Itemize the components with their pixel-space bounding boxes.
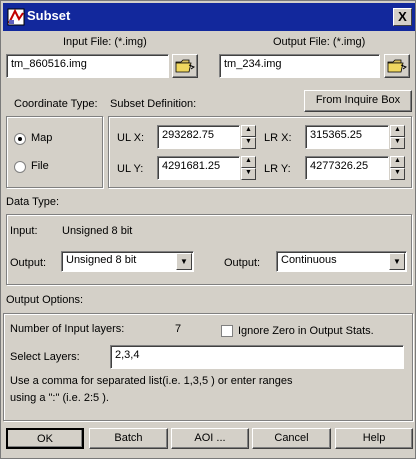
title-bar: Subset X: [3, 3, 415, 31]
output-layer-type-value: Continuous: [281, 254, 337, 266]
open-folder-icon: [387, 59, 408, 73]
ulx-input[interactable]: 293282.75: [157, 125, 240, 149]
num-input-layers-value: 7: [175, 323, 182, 335]
select-layers-label: Select Layers:: [10, 351, 80, 363]
coordinate-file-radio[interactable]: [14, 161, 26, 173]
coordinate-file-label: File: [31, 160, 49, 172]
output-options-group: Number of Input layers: 7 Ignore Zero in…: [3, 313, 413, 421]
output-layer-type-dropdown[interactable]: Continuous ▼: [276, 251, 407, 272]
uly-input[interactable]: 4291681.25: [157, 156, 240, 180]
layers-hint-line2: using a ":" (i.e. 2:5 ).: [10, 392, 109, 404]
coordinate-map-radio[interactable]: [14, 133, 26, 145]
output-type-value: Unsigned 8 bit: [66, 254, 137, 266]
close-button[interactable]: X: [393, 8, 412, 26]
data-input-label: Input:: [10, 225, 38, 237]
spin-down-icon[interactable]: ▼: [241, 168, 256, 180]
subset-dialog: Subset X Input File: (*.img) Output File…: [0, 0, 416, 459]
lrx-spinner[interactable]: ▲ ▼: [390, 125, 405, 149]
spin-up-icon[interactable]: ▲: [390, 156, 405, 168]
lry-spinner[interactable]: ▲ ▼: [390, 156, 405, 180]
chevron-down-icon[interactable]: ▼: [176, 253, 192, 270]
select-layers-input[interactable]: 2,3,4: [110, 345, 404, 369]
ignore-zero-checkbox[interactable]: [221, 325, 233, 337]
data-type-label: Data Type:: [6, 196, 59, 208]
spin-down-icon[interactable]: ▼: [390, 137, 405, 149]
cancel-button[interactable]: Cancel: [252, 428, 331, 449]
uly-label: UL Y:: [117, 163, 144, 175]
output-file-field[interactable]: tm_234.img: [219, 54, 380, 78]
coordinate-map-label: Map: [31, 132, 53, 144]
subset-definition-group: UL X: 293282.75 ▲ ▼ LR X: 315365.25 ▲ ▼ UL…: [108, 116, 412, 188]
spin-up-icon[interactable]: ▲: [390, 125, 405, 137]
output-options-label: Output Options:: [6, 294, 84, 306]
subset-definition-label: Subset Definition:: [110, 98, 197, 110]
aoi-button[interactable]: AOI ...: [171, 428, 249, 449]
data-output-label: Output:: [10, 257, 47, 269]
close-icon: X: [398, 9, 407, 24]
window-title: Subset: [27, 8, 71, 23]
num-input-layers-label: Number of Input layers:: [10, 323, 125, 335]
input-file-browse-button[interactable]: [172, 54, 198, 78]
coordinate-type-label: Coordinate Type:: [14, 98, 98, 110]
uly-spinner[interactable]: ▲ ▼: [241, 156, 256, 180]
ulx-spinner[interactable]: ▲ ▼: [241, 125, 256, 149]
subset-app-icon: [7, 8, 25, 26]
spin-down-icon[interactable]: ▼: [390, 168, 405, 180]
coordinate-type-group: Map File: [6, 116, 103, 188]
help-button[interactable]: Help: [335, 428, 413, 449]
spin-down-icon[interactable]: ▼: [241, 137, 256, 149]
from-inquire-box-button[interactable]: From Inquire Box: [304, 90, 412, 112]
lrx-input[interactable]: 315365.25: [305, 125, 389, 149]
output-file-label: Output File: (*.img): [273, 36, 366, 48]
ulx-label: UL X:: [117, 132, 145, 144]
chevron-down-icon[interactable]: ▼: [389, 253, 405, 270]
ok-button[interactable]: OK: [6, 428, 84, 449]
ignore-zero-label: Ignore Zero in Output Stats.: [238, 325, 374, 337]
data-type-group: Input: Unsigned 8 bit Output: Unsigned 8…: [6, 214, 412, 285]
data-output2-label: Output:: [224, 257, 261, 269]
spin-up-icon[interactable]: ▲: [241, 125, 256, 137]
lrx-label: LR X:: [264, 132, 292, 144]
input-file-field[interactable]: tm_860516.img: [6, 54, 169, 78]
output-type-dropdown[interactable]: Unsigned 8 bit ▼: [61, 251, 194, 272]
output-file-browse-button[interactable]: [384, 54, 410, 78]
lry-input[interactable]: 4277326.25: [305, 156, 389, 180]
layers-hint-line1: Use a comma for separated list(i.e. 1,3,…: [10, 375, 293, 387]
batch-button[interactable]: Batch: [89, 428, 168, 449]
lry-label: LR Y:: [264, 163, 291, 175]
spin-up-icon[interactable]: ▲: [241, 156, 256, 168]
input-file-label: Input File: (*.img): [63, 36, 147, 48]
data-input-value: Unsigned 8 bit: [62, 225, 133, 237]
open-folder-icon: [175, 59, 196, 73]
